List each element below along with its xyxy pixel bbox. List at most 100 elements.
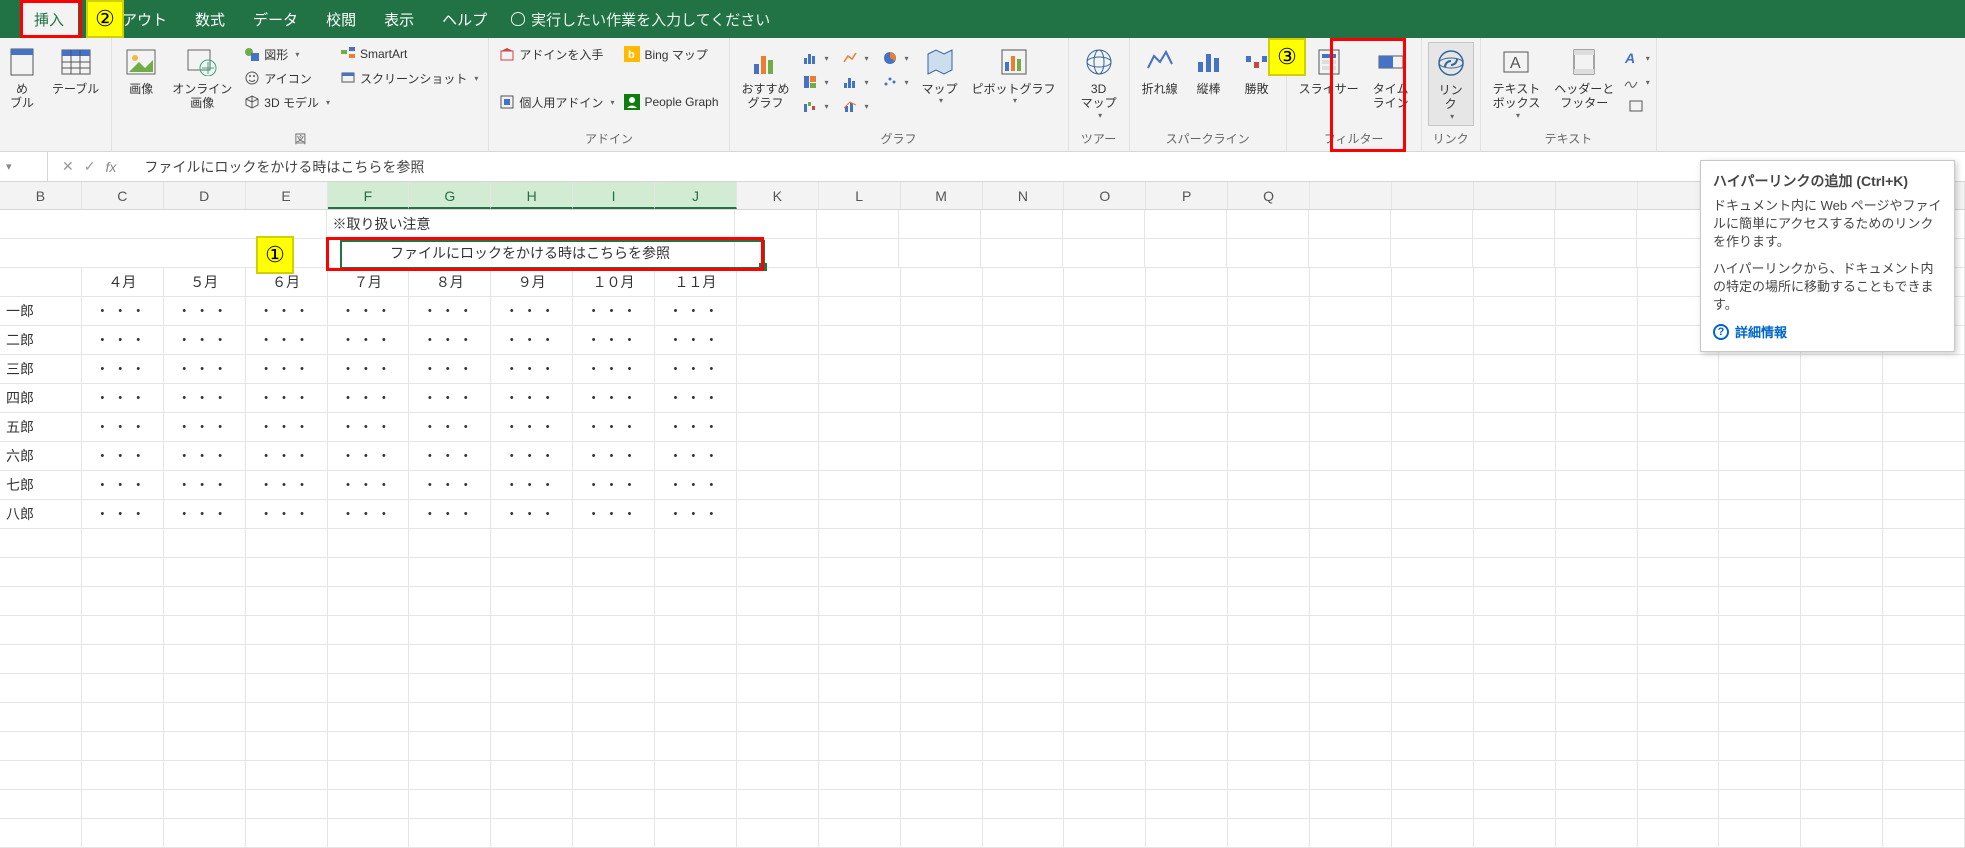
cell[interactable]: ・・・ — [491, 500, 573, 528]
cell[interactable]: ・・・ — [409, 384, 491, 412]
cell[interactable]: ・・・ — [82, 355, 164, 383]
cell[interactable]: ・・・ — [491, 326, 573, 354]
cell[interactable]: ・・・ — [491, 471, 573, 499]
cell[interactable]: ・・・ — [328, 500, 410, 528]
cell[interactable]: ・・・ — [573, 471, 655, 499]
pivot-chart-button[interactable]: ピボットグラフ — [966, 42, 1062, 109]
cell[interactable]: ・・・ — [409, 355, 491, 383]
cell[interactable]: ・・・ — [164, 355, 246, 383]
chart-pie-button[interactable] — [878, 46, 914, 70]
formula-content[interactable]: ファイルにロックをかける時はこちらを参照 — [130, 157, 424, 177]
column-header-E[interactable]: E — [246, 182, 328, 209]
smartart-button[interactable]: SmartArt — [336, 42, 482, 66]
table-button[interactable]: テーブル — [46, 42, 105, 100]
cell[interactable]: ・・・ — [409, 442, 491, 470]
cell[interactable]: ・・・ — [409, 326, 491, 354]
cell[interactable]: 二郎 — [0, 326, 82, 354]
column-header-I[interactable]: I — [573, 182, 655, 209]
cell[interactable]: ・・・ — [82, 413, 164, 441]
cell[interactable]: ・・・ — [328, 297, 410, 325]
cell[interactable]: 七郎 — [0, 471, 82, 499]
icons-button[interactable]: アイコン — [240, 66, 334, 90]
tab-help[interactable]: ヘルプ — [428, 1, 501, 38]
pivot-table-button[interactable]: め ブル — [0, 42, 44, 115]
3d-model-button[interactable]: 3D モデル — [240, 90, 334, 114]
cell[interactable]: ・・・ — [164, 471, 246, 499]
column-header-P[interactable]: P — [1146, 182, 1228, 209]
wordart-button[interactable]: A — [1622, 46, 1650, 70]
cell[interactable]: ・・・ — [82, 297, 164, 325]
cell[interactable]: ・・・ — [164, 413, 246, 441]
cell[interactable]: ・・・ — [82, 471, 164, 499]
cell[interactable]: ・・・ — [491, 442, 573, 470]
cell[interactable]: 六郎 — [0, 442, 82, 470]
cell[interactable]: 五郎 — [0, 413, 82, 441]
chart-waterfall-button[interactable] — [798, 94, 834, 118]
cell[interactable]: ・・・ — [491, 384, 573, 412]
cell[interactable]: １１月 — [655, 268, 737, 296]
hyperlink-button[interactable]: リン ク — [1428, 42, 1474, 126]
header-footer-button[interactable]: ヘッダーと フッター — [1548, 42, 1620, 115]
cell[interactable]: ・・・ — [328, 442, 410, 470]
column-header-J[interactable]: J — [655, 182, 737, 209]
cell[interactable]: ・・・ — [246, 471, 328, 499]
cell[interactable]: ・・・ — [246, 355, 328, 383]
column-header-K[interactable]: K — [737, 182, 819, 209]
column-header-H[interactable]: H — [491, 182, 573, 209]
tell-me-search[interactable]: 実行したい作業を入力してください — [511, 9, 770, 30]
cell[interactable]: ・・・ — [328, 355, 410, 383]
cell[interactable]: ・・・ — [164, 442, 246, 470]
timeline-button[interactable]: タイム ライン — [1367, 42, 1415, 115]
column-header-C[interactable]: C — [82, 182, 164, 209]
column-header-G[interactable]: G — [409, 182, 491, 209]
cell[interactable]: １０月 — [573, 268, 655, 296]
cell[interactable]: ５月 — [164, 268, 246, 296]
cell[interactable]: ・・・ — [573, 384, 655, 412]
tab-insert[interactable]: 挿入 — [20, 1, 78, 38]
cell[interactable]: ・・・ — [409, 500, 491, 528]
cell[interactable]: ９月 — [491, 268, 573, 296]
cell[interactable]: ・・・ — [573, 500, 655, 528]
object-button[interactable] — [1622, 94, 1650, 118]
cell[interactable]: ファイルにロックをかける時はこちらを参照 — [327, 239, 735, 267]
name-box[interactable]: ▾ — [0, 152, 48, 181]
bing-maps-button[interactable]: bBing マップ — [620, 42, 722, 66]
chart-stat-button[interactable] — [838, 70, 874, 94]
cell[interactable]: ・・・ — [655, 500, 737, 528]
chart-hier-button[interactable] — [798, 70, 834, 94]
cell[interactable]: ・・・ — [328, 471, 410, 499]
cell[interactable]: 八郎 — [0, 500, 82, 528]
cell[interactable] — [0, 268, 82, 296]
cell[interactable]: ・・・ — [655, 355, 737, 383]
chart-scatter-button[interactable] — [878, 70, 914, 94]
3d-map-button[interactable]: 3D マップ — [1075, 42, 1123, 124]
cell[interactable]: ・・・ — [82, 500, 164, 528]
cell[interactable]: ・・・ — [246, 384, 328, 412]
people-graph-button[interactable]: People Graph — [620, 90, 722, 114]
cell[interactable]: ・・・ — [409, 471, 491, 499]
cell[interactable]: ・・・ — [164, 384, 246, 412]
sparkline-line-button[interactable]: 折れ線 — [1136, 42, 1184, 100]
cell[interactable]: ７月 — [328, 268, 410, 296]
column-header-L[interactable]: L — [819, 182, 901, 209]
tab-view[interactable]: 表示 — [370, 1, 428, 38]
cell[interactable]: ・・・ — [328, 413, 410, 441]
tab-formulas[interactable]: 数式 — [181, 1, 239, 38]
cell[interactable]: ・・・ — [82, 326, 164, 354]
cell[interactable]: ・・・ — [573, 355, 655, 383]
cell[interactable]: ・・・ — [573, 297, 655, 325]
cell[interactable]: ・・・ — [328, 384, 410, 412]
cell[interactable]: ・・・ — [655, 471, 737, 499]
my-addins-button[interactable]: 個人用アドイン — [495, 90, 618, 114]
cell[interactable]: ・・・ — [655, 297, 737, 325]
column-header-D[interactable]: D — [164, 182, 246, 209]
cell[interactable]: ・・・ — [409, 297, 491, 325]
cell[interactable]: ・・・ — [246, 297, 328, 325]
shapes-button[interactable]: 図形 — [240, 42, 334, 66]
map-chart-button[interactable]: マップ — [916, 42, 964, 109]
chart-combo-button[interactable] — [838, 94, 874, 118]
cell[interactable]: ・・・ — [655, 413, 737, 441]
cell[interactable] — [0, 210, 327, 238]
column-header-N[interactable]: N — [983, 182, 1065, 209]
online-image-button[interactable]: オンライン 画像 — [166, 42, 238, 115]
